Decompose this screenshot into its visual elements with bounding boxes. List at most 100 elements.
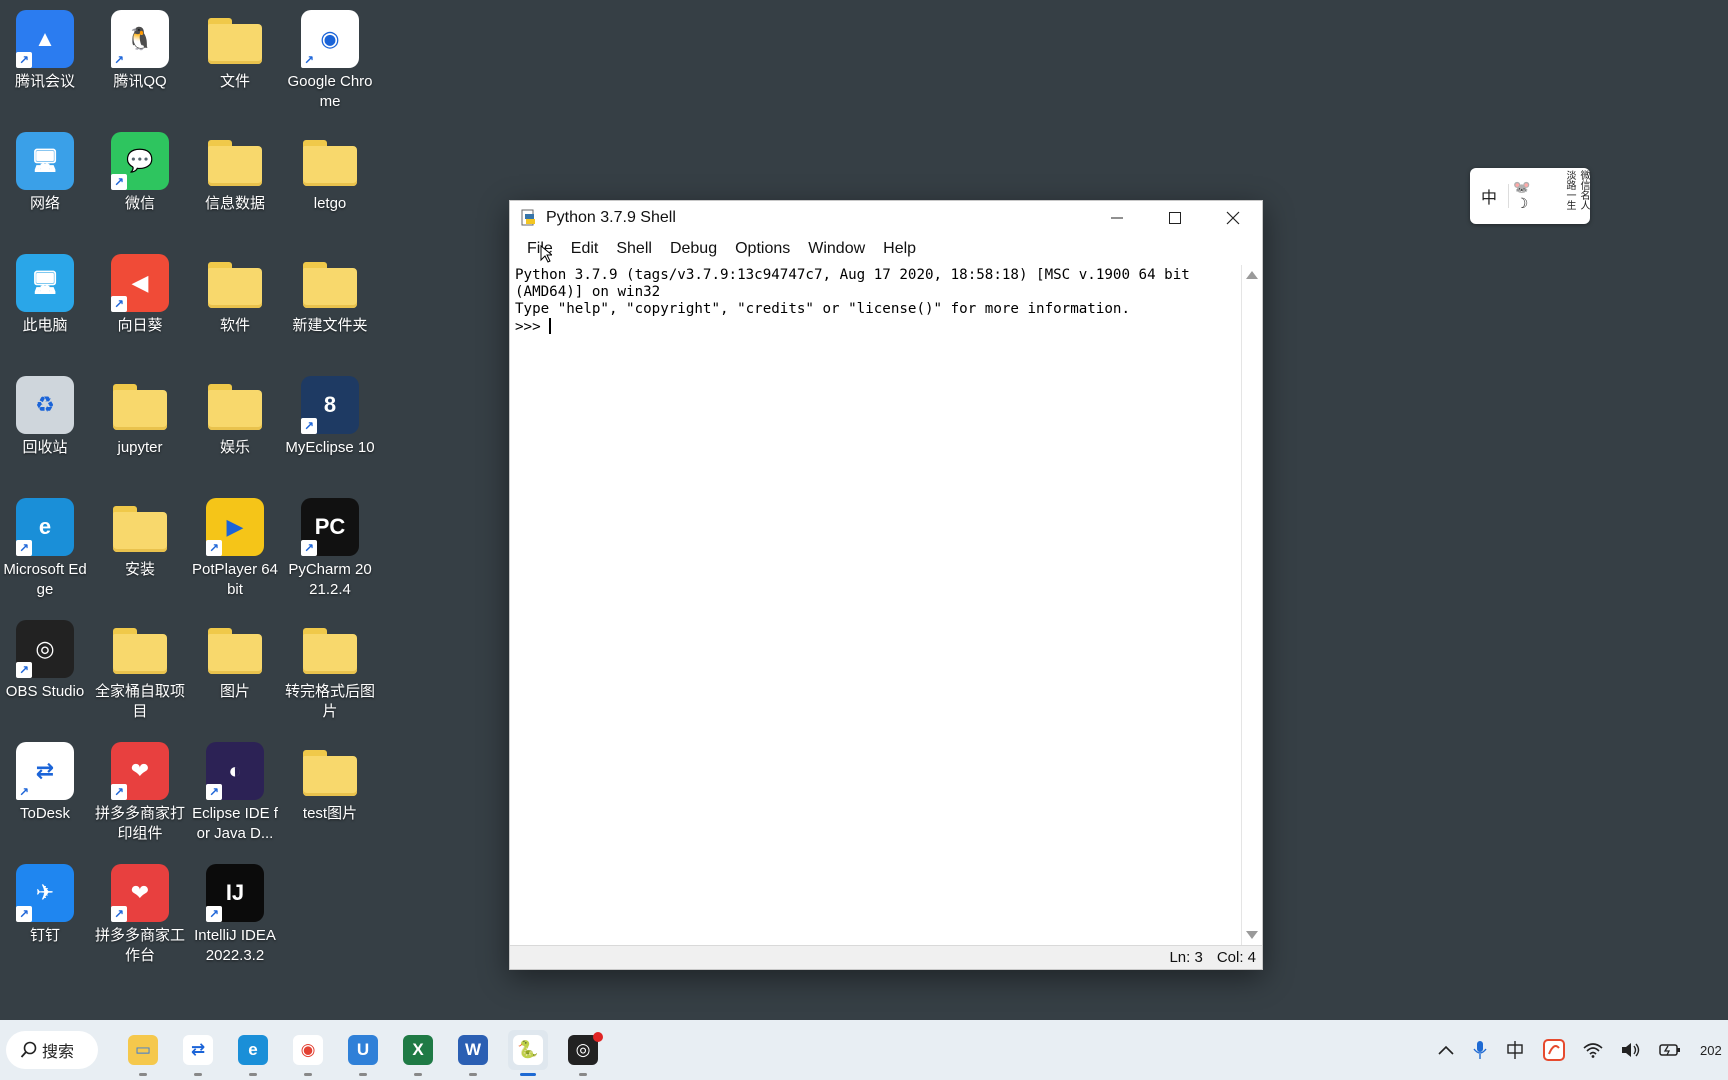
desktop-icon[interactable]: ▶ ↗ PotPlayer 64 bit xyxy=(190,492,280,600)
desktop-icon[interactable]: ▲ ↗ 腾讯会议 xyxy=(0,4,90,92)
mouse-pointer-icon xyxy=(540,245,552,263)
desktop-icon[interactable]: ◎ ↗ OBS Studio xyxy=(0,614,90,702)
desktop-icon[interactable]: 娱乐 xyxy=(190,370,280,458)
wifi-icon[interactable] xyxy=(1583,1042,1603,1058)
desktop-icon[interactable]: ◀ ↗ 向日葵 xyxy=(95,248,185,336)
desktop-icon[interactable]: 🐧 ↗ 腾讯QQ xyxy=(95,4,185,92)
app-icon: 🐧 ↗ xyxy=(111,10,169,68)
shortcut-arrow-icon: ↗ xyxy=(16,662,32,678)
desktop-icon[interactable]: 🖥 网络 xyxy=(0,126,90,214)
desktop-icon[interactable]: test图片 xyxy=(285,736,375,824)
minimize-button[interactable] xyxy=(1088,201,1146,235)
desktop-icon-label: 拼多多商家打印组件 xyxy=(95,805,186,842)
window-title: Python 3.7.9 Shell xyxy=(546,209,676,226)
menu-debug[interactable]: Debug xyxy=(661,240,726,258)
shortcut-arrow-icon: ↗ xyxy=(16,906,32,922)
desktop-icon[interactable]: e ↗ Microsoft Edge xyxy=(0,492,90,600)
taskbar-word[interactable]: W xyxy=(453,1030,493,1076)
desktop-icon[interactable]: letgo xyxy=(285,126,375,214)
shortcut-arrow-icon: ↗ xyxy=(301,52,317,68)
shell-prompt: >>> xyxy=(515,319,550,335)
search-label: 搜索 xyxy=(42,1044,75,1061)
menu-window[interactable]: Window xyxy=(799,240,874,258)
scroll-up-icon[interactable] xyxy=(1246,271,1258,279)
close-button[interactable] xyxy=(1204,201,1262,235)
taskbar-python-idle[interactable]: 🐍 xyxy=(508,1030,548,1076)
desktop-icon[interactable]: 🖥 此电脑 xyxy=(0,248,90,336)
menu-shell[interactable]: Shell xyxy=(607,240,661,258)
running-indicator xyxy=(249,1073,257,1076)
taskbar-chrome[interactable]: ◉ xyxy=(288,1030,328,1076)
shortcut-arrow-icon: ↗ xyxy=(206,906,222,922)
desktop-icon[interactable]: jupyter xyxy=(95,370,185,458)
desktop-icon-label: 拼多多商家工作台 xyxy=(95,927,186,964)
ime-mode-indicator[interactable]: 中 xyxy=(1470,184,1509,208)
status-bar: Ln: 3 Col: 4 xyxy=(510,945,1262,969)
window-titlebar[interactable]: Python 3.7.9 Shell xyxy=(510,201,1262,235)
menu-edit[interactable]: Edit xyxy=(562,240,608,258)
desktop-icon[interactable]: ❤ ↗ 拼多多商家工作台 xyxy=(95,858,185,966)
vertical-scrollbar[interactable] xyxy=(1241,265,1262,945)
microphone-icon[interactable] xyxy=(1473,1040,1487,1060)
python-shell-window[interactable]: Python 3.7.9 Shell File Edit Shell Debug… xyxy=(509,200,1263,970)
folder-icon xyxy=(206,132,264,190)
desktop-icon[interactable]: 新建文件夹 xyxy=(285,248,375,336)
taskbar-edge[interactable]: e xyxy=(233,1030,273,1076)
taskbar-file-explorer[interactable]: ▭ xyxy=(123,1030,163,1076)
desktop-icon[interactable]: PC ↗ PyCharm 2021.2.4 xyxy=(285,492,375,600)
desktop-icon[interactable]: ♻ 回收站 xyxy=(0,370,90,458)
desktop-icon[interactable]: 图片 xyxy=(190,614,280,702)
scroll-down-icon[interactable] xyxy=(1246,931,1258,939)
maximize-icon xyxy=(1169,212,1181,224)
folder-icon xyxy=(206,254,264,312)
taskbar-clock[interactable]: 202 xyxy=(1700,1043,1728,1058)
desktop-icon[interactable]: ⇄ ↗ ToDesk xyxy=(0,736,90,824)
menu-help[interactable]: Help xyxy=(874,240,925,258)
app-icon: ◉ ↗ xyxy=(301,10,359,68)
desktop-icon[interactable]: 文件 xyxy=(190,4,280,92)
shell-text-area[interactable]: Python 3.7.9 (tags/v3.7.9:13c94747c7, Au… xyxy=(513,265,1240,945)
desktop-icon-label: 此电脑 xyxy=(22,317,68,334)
app-icon: e ↗ xyxy=(16,498,74,556)
desktop-icon-label: Eclipse IDE for Java D... xyxy=(192,805,278,842)
volume-icon[interactable] xyxy=(1621,1042,1641,1058)
chevron-up-icon[interactable] xyxy=(1437,1044,1455,1056)
desktop-icon[interactable]: 转完格式后图片 xyxy=(285,614,375,722)
desktop-icon[interactable]: 安装 xyxy=(95,492,185,580)
shortcut-arrow-icon: ↗ xyxy=(111,296,127,312)
taskbar-obs[interactable]: ◎ xyxy=(563,1030,603,1076)
desktop-icon[interactable]: 软件 xyxy=(190,248,280,336)
running-indicator xyxy=(469,1073,477,1076)
desktop-icon[interactable]: ◉ ↗ Google Chrome xyxy=(285,4,375,112)
desktop-icon[interactable]: 💬 ↗ 微信 xyxy=(95,126,185,214)
maximize-button[interactable] xyxy=(1146,201,1204,235)
desktop-icon-label: 转完格式后图片 xyxy=(285,683,376,720)
sogou-input-icon[interactable] xyxy=(1543,1039,1565,1061)
app-icon: 8 ↗ xyxy=(301,376,359,434)
ime-toolbar[interactable]: 中 🐭 ☽ 微信名人 淡路一生 xyxy=(1470,168,1590,224)
app-icon: 💬 ↗ xyxy=(111,132,169,190)
battery-icon[interactable] xyxy=(1659,1042,1681,1058)
shortcut-arrow-icon: ↗ xyxy=(111,52,127,68)
taskbar-excel[interactable]: X xyxy=(398,1030,438,1076)
ime-tray-icon[interactable] xyxy=(1505,1040,1525,1060)
shortcut-arrow-icon: ↗ xyxy=(16,540,32,556)
desktop-icon[interactable]: 8 ↗ MyEclipse 10 xyxy=(285,370,375,458)
edge-icon: e xyxy=(238,1035,268,1065)
desktop-icon[interactable]: ◐ ↗ Eclipse IDE for Java D... xyxy=(190,736,280,844)
running-indicator xyxy=(359,1073,367,1076)
taskbar-todesk[interactable]: ⇄ xyxy=(178,1030,218,1076)
shortcut-arrow-icon: ↗ xyxy=(16,784,32,800)
desktop-icon[interactable]: ✈ ↗ 钉钉 xyxy=(0,858,90,946)
menu-options[interactable]: Options xyxy=(726,240,799,258)
desktop-icon[interactable]: IJ ↗ IntelliJ IDEA 2022.3.2 xyxy=(190,858,280,966)
desktop-icon[interactable]: 全家桶自取项目 xyxy=(95,614,185,722)
desktop-icon[interactable]: 信息数据 xyxy=(190,126,280,214)
shell-prompt-line: >>> xyxy=(515,318,1238,336)
desktop-icon[interactable]: ❤ ↗ 拼多多商家打印组件 xyxy=(95,736,185,844)
taskbar-search[interactable]: 搜索 xyxy=(6,1031,98,1069)
desktop-icon-label: 安装 xyxy=(124,561,155,578)
ime-moon-icon[interactable]: 🐭 ☽ xyxy=(1509,180,1535,212)
taskbar-toolbox[interactable]: U xyxy=(343,1030,383,1076)
desktop-icon-label: Google Chrome xyxy=(287,73,373,110)
